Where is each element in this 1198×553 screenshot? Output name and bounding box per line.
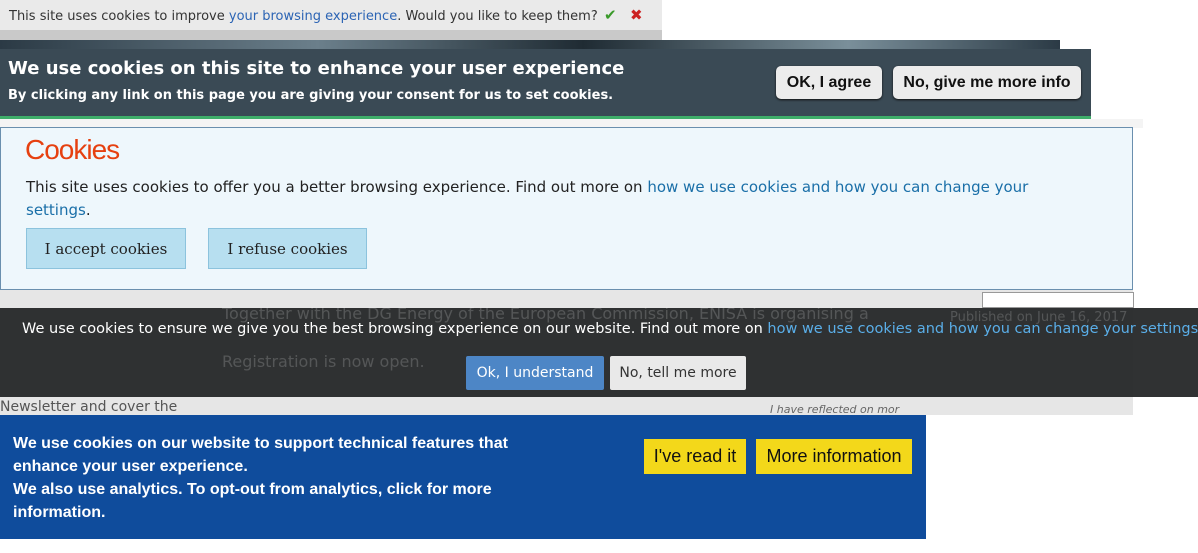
close-icon[interactable]: ✖ (630, 6, 643, 24)
page-search-box (982, 292, 1134, 308)
banner5-line1: We use cookies on our website to support… (13, 435, 508, 475)
cookie-settings-link[interactable]: how we use cookies and how you can chang… (767, 321, 1198, 337)
ok-understand-button[interactable]: Ok, I understand (466, 356, 604, 390)
tell-me-more-button[interactable]: No, tell me more (610, 356, 746, 390)
banner4-message: We use cookies to ensure we give you the… (22, 321, 1198, 337)
banner5-message: We use cookies on our website to support… (13, 432, 573, 524)
page-peek-left: Newsletter and cover the (0, 399, 178, 415)
banner3-title: Cookies (25, 134, 120, 165)
banner2-heading: We use cookies on this site to enhance y… (8, 58, 625, 79)
cookie-banner-1: This site uses cookies to improve your b… (0, 0, 662, 40)
agree-button[interactable]: OK, I agree (776, 66, 882, 99)
behind-text-2: Registration is now open. (222, 352, 425, 371)
banner2-subtext: By clicking any link on this page you ar… (8, 88, 614, 103)
banner1-message: This site uses cookies to improve your b… (9, 9, 598, 24)
refuse-cookies-button[interactable]: I refuse cookies (208, 228, 367, 269)
banner3-message: This site uses cookies to offer you a be… (26, 178, 1029, 219)
check-icon[interactable]: ✔ (604, 6, 617, 24)
cookie-banner-2: We use cookies on this site to enhance y… (0, 49, 1091, 119)
accept-cookies-button[interactable]: I accept cookies (26, 228, 186, 269)
cookie-banner-4: Together with the DG Energy of the Europ… (0, 304, 1198, 397)
cookie-banner-3: Cookies This site uses cookies to offer … (0, 127, 1133, 290)
more-information-button[interactable]: More information (756, 439, 912, 474)
cookie-banner-5: We use cookies on our website to support… (0, 415, 926, 539)
browsing-experience-link[interactable]: your browsing experience (229, 9, 397, 24)
banner5-line2: We also use analytics. To opt-out from a… (13, 481, 492, 521)
read-it-button[interactable]: I've read it (644, 439, 746, 474)
more-info-button[interactable]: No, give me more info (893, 66, 1081, 99)
